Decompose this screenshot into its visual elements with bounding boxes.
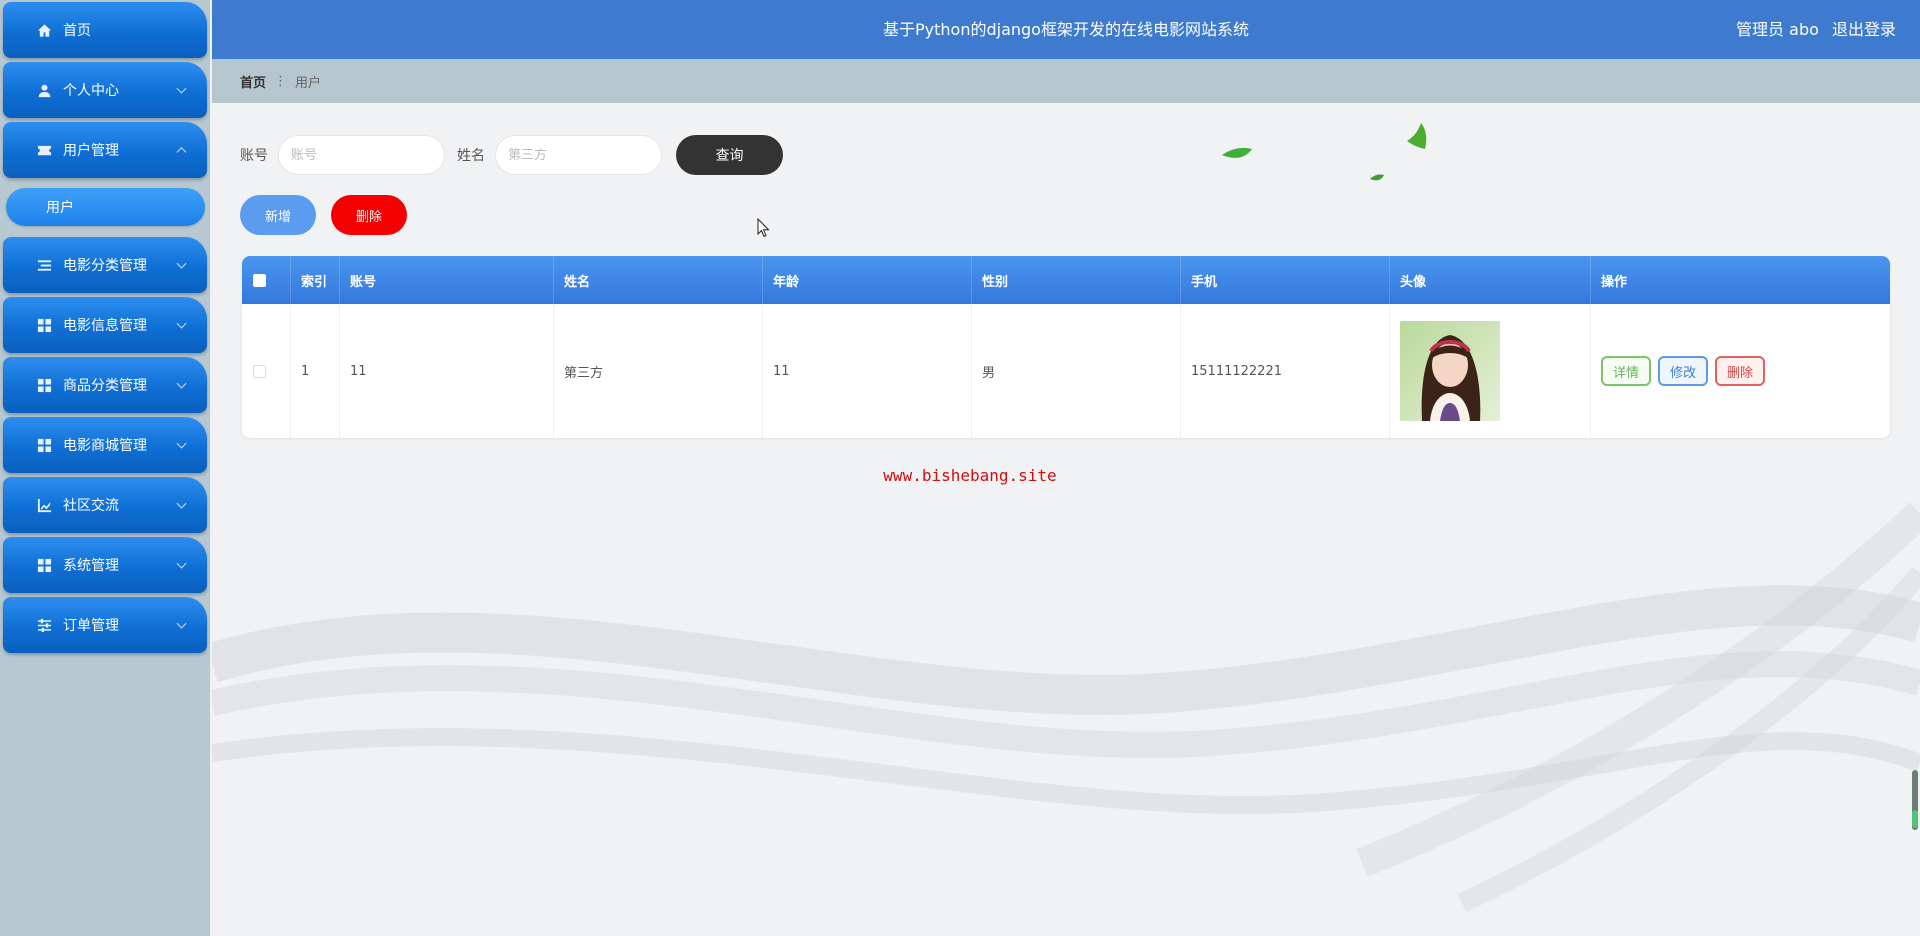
sidebar-item-product-category[interactable]: 商品分类管理 xyxy=(3,357,207,413)
sidebar-item-label: 用户管理 xyxy=(63,143,119,159)
sidebar-item-label: 订单管理 xyxy=(63,618,119,634)
grid-icon xyxy=(35,436,53,454)
column-header[interactable]: 姓名 xyxy=(554,256,763,304)
select-all-checkbox[interactable] xyxy=(253,273,266,287)
account-search-input[interactable] xyxy=(278,135,445,175)
main-content: 账号 姓名 查询 新增 删除 索引 账号 姓名 年龄 性别 手机 头像 操作 xyxy=(212,103,1920,936)
query-button[interactable]: 查询 xyxy=(676,135,783,175)
sidebar-item-orders[interactable]: 订单管理 xyxy=(3,597,207,653)
batch-delete-button[interactable]: 删除 xyxy=(331,195,407,235)
logout-link[interactable]: 退出登录 xyxy=(1832,20,1896,39)
grid-icon xyxy=(35,556,53,574)
current-user-label: 管理员 abo xyxy=(1736,20,1819,39)
sidebar-item-label: 个人中心 xyxy=(63,83,119,99)
chart-icon xyxy=(35,496,53,514)
leaf-icon xyxy=(1222,147,1252,158)
table-row: 1 11 第三方 11 男 15111122221 详情 修改 删除 xyxy=(242,304,1890,438)
sidebar-subitem-users[interactable]: 用户 xyxy=(6,188,205,226)
column-header[interactable]: 年龄 xyxy=(763,256,972,304)
breadcrumb-separator-icon: ⋮ xyxy=(274,73,288,89)
sidebar-item-personal-center[interactable]: 个人中心 xyxy=(3,62,207,118)
detail-button[interactable]: 详情 xyxy=(1601,356,1652,386)
ticket-icon xyxy=(35,141,53,159)
chevron-down-icon xyxy=(176,558,187,569)
cell-index: 1 xyxy=(291,304,340,438)
row-checkbox[interactable] xyxy=(253,364,266,378)
chevron-down-icon xyxy=(176,498,187,509)
chevron-down-icon xyxy=(176,618,187,629)
sliders-icon xyxy=(35,616,53,634)
grid-icon xyxy=(35,316,53,334)
name-search-input[interactable] xyxy=(495,135,662,175)
account-label: 账号 xyxy=(240,148,268,164)
name-label: 姓名 xyxy=(457,148,485,164)
grid-icon xyxy=(35,376,53,394)
cell-avatar xyxy=(1390,304,1591,438)
avatar[interactable] xyxy=(1400,321,1500,421)
sidebar-item-label: 电影信息管理 xyxy=(63,318,147,334)
search-bar: 账号 姓名 查询 xyxy=(240,135,783,175)
sidebar-item-label: 首页 xyxy=(63,23,91,39)
cell-name: 第三方 xyxy=(554,304,763,438)
add-button[interactable]: 新增 xyxy=(240,195,316,235)
sidebar-item-community[interactable]: 社区交流 xyxy=(3,477,207,533)
person-icon xyxy=(35,81,53,99)
chevron-down-icon xyxy=(176,378,187,389)
sidebar-item-label: 社区交流 xyxy=(63,498,119,514)
sidebar-item-user-management[interactable]: 用户管理 xyxy=(3,122,207,178)
cell-phone: 15111122221 xyxy=(1181,304,1390,438)
sidebar-subitem-label: 用户 xyxy=(46,200,74,216)
breadcrumb-home[interactable]: 首页 xyxy=(240,72,266,91)
sidebar-item-label: 系统管理 xyxy=(63,558,119,574)
sidebar-item-system[interactable]: 系统管理 xyxy=(3,537,207,593)
cell-account: 11 xyxy=(340,304,554,438)
list-icon xyxy=(35,256,53,274)
scrollbar-thumb[interactable] xyxy=(1912,770,1918,830)
page-title: 基于Python的django框架开发的在线电影网站系统 xyxy=(883,20,1249,39)
cell-age: 11 xyxy=(763,304,972,438)
watermark-text: www.bishebang.site xyxy=(883,466,1057,485)
sidebar-item-movie-category[interactable]: 电影分类管理 xyxy=(3,237,207,293)
users-table: 索引 账号 姓名 年龄 性别 手机 头像 操作 1 11 第三方 11 男 15… xyxy=(242,256,1890,438)
select-all-cell xyxy=(242,256,291,304)
edit-button[interactable]: 修改 xyxy=(1658,356,1709,386)
cell-actions: 详情 修改 删除 xyxy=(1591,304,1890,438)
top-header: 基于Python的django框架开发的在线电影网站系统 管理员 abo 退出登… xyxy=(212,0,1920,59)
chevron-down-icon xyxy=(176,318,187,329)
sidebar-item-home[interactable]: 首页 xyxy=(3,2,207,58)
table-header: 索引 账号 姓名 年龄 性别 手机 头像 操作 xyxy=(242,256,1890,304)
cell-gender: 男 xyxy=(972,304,1181,438)
chevron-down-icon xyxy=(176,83,187,94)
column-header[interactable]: 性别 xyxy=(972,256,1181,304)
action-bar: 新增 删除 xyxy=(240,195,407,235)
column-header[interactable]: 头像 xyxy=(1390,256,1591,304)
sidebar-item-movie-info[interactable]: 电影信息管理 xyxy=(3,297,207,353)
leaf-icon xyxy=(1370,174,1384,181)
home-icon xyxy=(35,21,53,39)
sidebar: 首页 个人中心 用户管理 用户 电影分类管理 电影信息管理 商品分类管理 电影商… xyxy=(0,0,210,936)
sidebar-item-label: 商品分类管理 xyxy=(63,378,147,394)
chevron-down-icon xyxy=(176,258,187,269)
sidebar-item-label: 电影分类管理 xyxy=(63,258,147,274)
breadcrumb-current: 用户 xyxy=(295,75,322,91)
sidebar-item-movie-store[interactable]: 电影商城管理 xyxy=(3,417,207,473)
chevron-up-icon xyxy=(176,147,187,158)
mouse-cursor-icon xyxy=(757,218,770,238)
breadcrumb: 首页 ⋮ 用户 xyxy=(212,59,1920,103)
column-header[interactable]: 操作 xyxy=(1591,256,1890,304)
leaf-icon xyxy=(1407,123,1427,149)
column-header[interactable]: 索引 xyxy=(291,256,340,304)
row-select-cell xyxy=(242,304,291,438)
row-delete-button[interactable]: 删除 xyxy=(1715,356,1766,386)
background-swoosh xyxy=(212,123,1920,913)
column-header[interactable]: 账号 xyxy=(340,256,554,304)
sidebar-item-label: 电影商城管理 xyxy=(63,438,147,454)
column-header[interactable]: 手机 xyxy=(1181,256,1390,304)
chevron-down-icon xyxy=(176,438,187,449)
user-area: 管理员 abo 退出登录 xyxy=(1728,0,1896,59)
